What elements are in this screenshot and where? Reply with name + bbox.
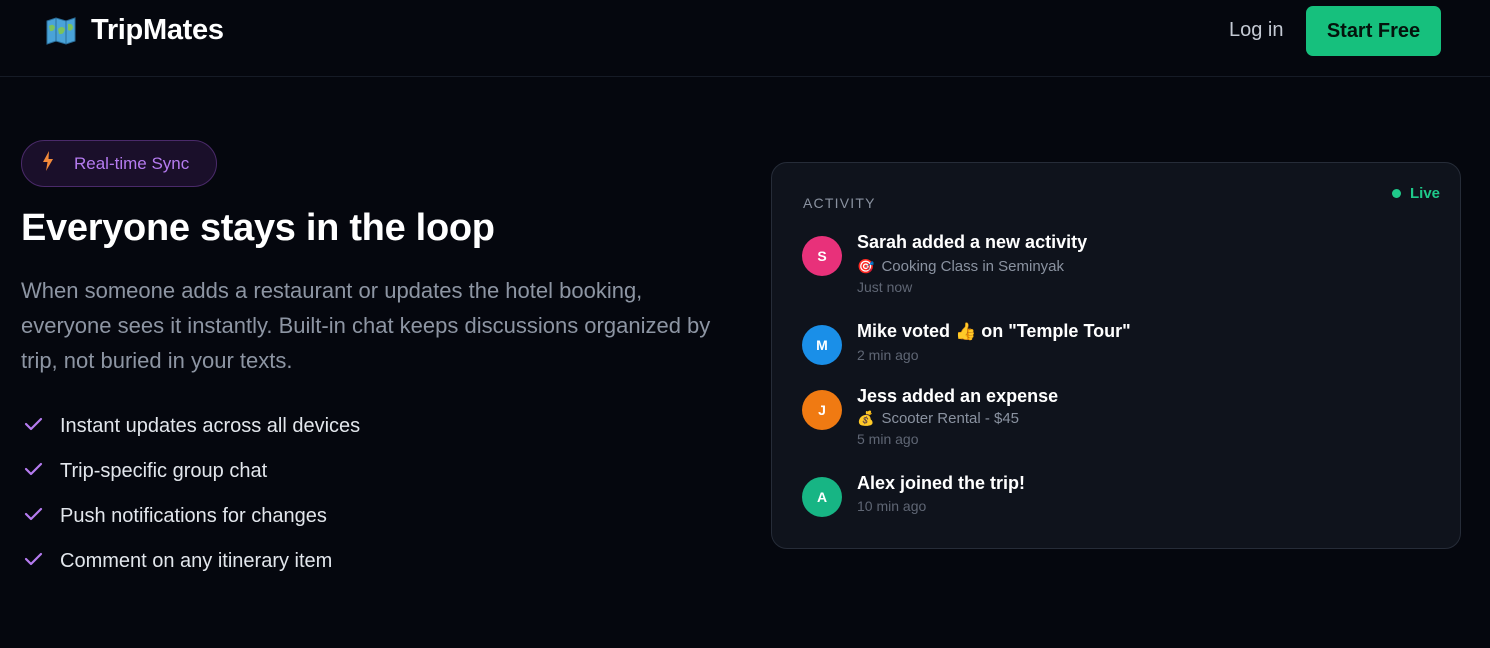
activity-item: J Jess added an expense 💰 Scooter Rental… [802,385,1058,449]
lightning-icon [42,151,54,176]
feature-text: Trip-specific group chat [60,460,268,482]
feature-item: Comment on any itinerary item [24,539,360,584]
brand-logo[interactable]: TripMates [45,14,224,47]
top-nav: TripMates Log in Start Free [0,0,1490,77]
start-free-button[interactable]: Start Free [1306,6,1441,56]
activity-item-title: Mike voted 👍 on "Temple Tour" [857,320,1131,343]
activity-item-time: 5 min ago [857,431,919,447]
feature-list: Instant updates across all devices Trip-… [24,404,360,584]
activity-item: S Sarah added a new activity 🎯 Cooking C… [802,231,1087,297]
activity-item-title-post: on "Temple Tour" [981,321,1131,341]
activity-item-detail: 🎯 Cooking Class in Seminyak [857,257,1087,277]
badge-label: Real-time Sync [74,153,190,173]
check-icon [24,417,43,436]
activity-item-title: Alex joined the trip! [857,473,1026,493]
activity-item-detail-text: Cooking Class in Seminyak [881,258,1065,275]
activity-item-title-pre: Mike voted [857,321,951,341]
check-icon [24,552,43,571]
avatar: M [802,325,842,365]
thumbs-up-icon: 👍 [955,322,977,342]
section-description: When someone adds a restaurant or update… [21,278,711,373]
live-label: Live [1409,185,1440,202]
target-icon: 🎯 [857,259,875,275]
avatar: J [802,390,842,430]
realtime-sync-badge: Real-time Sync [21,140,217,187]
map-icon [45,15,77,47]
feature-item: Trip-specific group chat [24,449,360,494]
avatar: A [802,477,842,517]
avatar: S [802,236,842,276]
activity-card: ACTIVITY Live S Sarah added a new activi… [771,162,1461,549]
check-icon [24,507,43,526]
activity-item-time: 10 min ago [857,498,927,514]
activity-item: M Mike voted 👍 on "Temple Tour" 2 min ag… [802,320,1131,365]
brand-name: TripMates [91,14,224,46]
activity-item-detail: 💰 Scooter Rental - $45 [857,409,1058,429]
activity-title: ACTIVITY [803,195,876,211]
login-link[interactable]: Log in [1229,19,1284,42]
activity-item-title: Sarah added a new activity [857,232,1088,252]
activity-item: A Alex joined the trip! 10 min ago [802,472,1025,517]
money-bag-icon: 💰 [857,411,875,427]
activity-item-time: Just now [857,279,913,295]
feature-text: Instant updates across all devices [60,415,361,437]
feature-item: Push notifications for changes [24,494,360,539]
section-title: Everyone stays in the loop [21,207,495,249]
feature-item: Instant updates across all devices [24,404,360,449]
check-icon [24,462,43,481]
feature-text: Comment on any itinerary item [60,550,333,572]
activity-item-time: 2 min ago [857,347,919,363]
live-dot-icon [1391,189,1401,198]
activity-item-detail-text: Scooter Rental - $45 [881,410,1020,427]
live-indicator: Live [1391,185,1440,202]
feature-text: Push notifications for changes [60,505,327,527]
activity-item-title: Jess added an expense [857,386,1059,406]
